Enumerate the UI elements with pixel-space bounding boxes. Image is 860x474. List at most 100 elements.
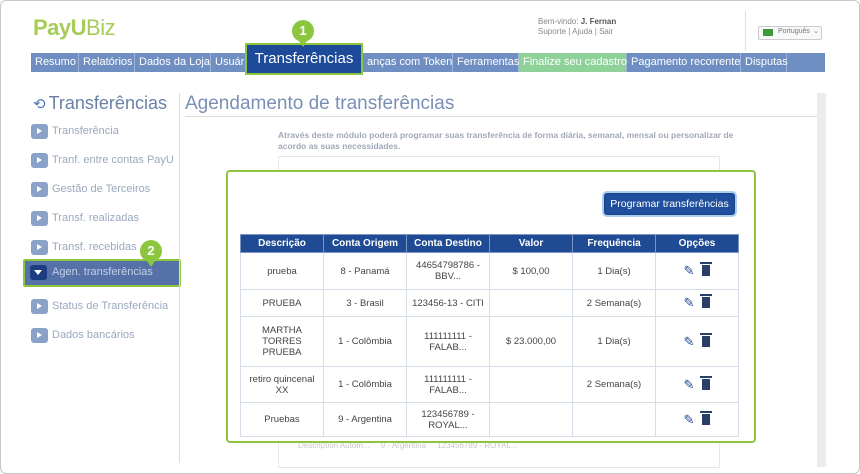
cell-frequencia: 2 Semana(s) xyxy=(572,366,656,403)
brazil-flag-icon xyxy=(763,29,773,36)
cell-conta-origem: 1 - Colômbia xyxy=(323,366,407,403)
transfer-icon: ⟲ xyxy=(33,96,46,113)
welcome-label: Bem-vindo: xyxy=(538,17,579,26)
trash-icon[interactable] xyxy=(700,332,713,347)
cell-conta-destino: 44654798786 - BBV... xyxy=(406,252,490,290)
cell-conta-destino: 123456789 - ROYAL... xyxy=(406,402,490,437)
sidebar-item-agen-transferencias[interactable]: Agen. transferências xyxy=(23,259,181,287)
language-select[interactable]: Português ⌄ xyxy=(758,26,822,40)
sidebar-title: ⟲ Transferências xyxy=(33,93,167,114)
nav-relatorios[interactable]: Relatórios xyxy=(79,53,135,72)
sidebar-divider xyxy=(179,93,180,463)
cell-opcoes: ✎ xyxy=(655,252,739,290)
arrow-right-icon xyxy=(31,123,48,139)
sidebar-item-label: Gestão de Terceiros xyxy=(52,183,151,195)
nav-transferencias[interactable]: Transferências xyxy=(245,43,363,75)
sidebar-item-label: Dados bancários xyxy=(52,329,135,341)
table-row: MARTHA TORRES PRUEBA 1 - Colômbia 111111… xyxy=(240,316,739,367)
payu-biz-logo[interactable]: PayUBiz xyxy=(33,15,116,41)
header-links[interactable]: Suporte | Ajuda | Sair xyxy=(538,27,613,36)
nav-dados-loja[interactable]: Dados da Loja xyxy=(135,53,211,72)
arrow-right-icon xyxy=(31,327,48,343)
table-row: prueba 8 - Panamá 44654798786 - BBV... $… xyxy=(240,252,739,290)
edit-icon[interactable]: ✎ xyxy=(684,412,695,428)
trash-icon[interactable] xyxy=(700,262,713,276)
nav-cobrancas-token[interactable]: anças com Token xyxy=(363,53,453,72)
nav-ferramentas[interactable]: Ferramentas xyxy=(453,53,519,72)
arrow-right-icon xyxy=(31,298,48,314)
cell-frequencia: 1 Dia(s) xyxy=(572,252,656,290)
column-header-opcoes: Opções xyxy=(655,234,739,253)
cell-opcoes: ✎ xyxy=(655,289,739,317)
nav-usuarios[interactable]: Usuári xyxy=(211,53,247,72)
cell-conta-origem: 9 - Argentina xyxy=(323,402,407,437)
edit-icon[interactable]: ✎ xyxy=(684,295,695,311)
cell-conta-destino: 111111111 - FALAB... xyxy=(406,316,490,367)
callout-badge-2: 2 xyxy=(140,240,162,267)
table-row: retiro quincenal XX 1 - Colômbia 1111111… xyxy=(240,366,739,403)
cell-conta-destino: 111111111 - FALAB... xyxy=(406,366,490,403)
nav-pagamento-recorrente[interactable]: Pagamento recorrente xyxy=(627,53,741,72)
cell-descricao: PRUEBA xyxy=(240,289,324,317)
logo-biz: Biz xyxy=(86,15,116,40)
sidebar-item-transferencia[interactable]: Transferência xyxy=(31,122,119,140)
scrollbar[interactable] xyxy=(817,93,826,467)
cell-descricao: MARTHA TORRES PRUEBA xyxy=(240,316,324,367)
language-value: Português xyxy=(778,28,810,35)
nav-disputas[interactable]: Disputas xyxy=(741,53,788,72)
user-info: Bem-vindo: J. Fernan Suporte | Ajuda | S… xyxy=(538,17,616,37)
user-name: J. Fernan xyxy=(580,17,617,26)
sidebar-item-label: Transferência xyxy=(52,125,119,137)
callout-badge-1: 1 xyxy=(292,20,314,47)
arrow-right-icon xyxy=(31,181,48,197)
page-title: Agendamento de transferências xyxy=(185,93,455,114)
cell-valor: $ 23.000,00 xyxy=(489,316,573,367)
sidebar-item-label: Transf. realizadas xyxy=(52,212,140,224)
arrow-right-icon xyxy=(31,210,48,226)
column-header-frequencia: Frequência xyxy=(572,234,656,253)
sidebar-item-label: Agen. transferências xyxy=(52,266,153,278)
table-row: PRUEBA 3 - Brasil 123456-13 - CITI 2 Sem… xyxy=(240,289,739,317)
trash-icon[interactable] xyxy=(700,410,713,425)
sidebar-item-status-transferencia[interactable]: Status de Transferência xyxy=(31,297,168,315)
schedule-table: Descrição Conta Origem Conta Destino Val… xyxy=(240,234,739,437)
sidebar-item-label: Transf. recebidas xyxy=(52,241,137,253)
column-header-conta-origem: Conta Origem xyxy=(323,234,407,253)
column-header-conta-destino: Conta Destino xyxy=(406,234,490,253)
sidebar-item-transf-recebidas[interactable]: Transf. recebidas xyxy=(31,238,137,256)
cell-conta-destino: 123456-13 - CITI xyxy=(406,289,490,317)
chevron-down-icon: ⌄ xyxy=(813,28,819,35)
logo-main: PayU xyxy=(33,15,87,40)
cell-valor: $ 100,00 xyxy=(489,252,573,290)
cell-descricao: prueba xyxy=(240,252,324,290)
nav-finalize-cadastro[interactable]: Finalize seu cadastro xyxy=(519,53,627,72)
arrow-right-icon xyxy=(31,239,48,255)
programar-transferencias-button[interactable]: Programar transferências xyxy=(604,193,735,215)
sidebar-item-label: Tranf. entre contas PayU xyxy=(52,154,174,166)
edit-icon[interactable]: ✎ xyxy=(684,263,695,279)
cell-frequencia: 1 Dia(s) xyxy=(572,316,656,367)
edit-icon[interactable]: ✎ xyxy=(684,377,695,393)
app-window: PayUBiz Bem-vindo: J. Fernan Suporte | A… xyxy=(0,0,860,474)
cell-opcoes: ✎ xyxy=(655,366,739,403)
sidebar-item-transf-realizadas[interactable]: Transf. realizadas xyxy=(31,209,139,227)
nav-resumo[interactable]: Resumo xyxy=(31,53,79,72)
cell-frequencia xyxy=(572,402,656,437)
arrow-right-icon xyxy=(31,152,48,168)
sidebar-title-text: Transferências xyxy=(48,93,167,113)
trash-icon[interactable] xyxy=(700,375,713,390)
column-header-valor: Valor xyxy=(489,234,573,253)
edit-icon[interactable]: ✎ xyxy=(684,334,695,350)
arrow-down-icon xyxy=(30,265,47,280)
cell-conta-origem: 3 - Brasil xyxy=(323,289,407,317)
sidebar-item-dados-bancarios[interactable]: Dados bancários xyxy=(31,326,135,344)
sidebar-item-tranf-contas-payu[interactable]: Tranf. entre contas PayU xyxy=(31,151,174,169)
trash-icon[interactable] xyxy=(700,294,713,308)
cell-opcoes: ✎ xyxy=(655,316,739,367)
cell-conta-origem: 1 - Colômbia xyxy=(323,316,407,367)
table-row: Pruebas 9 - Argentina 123456789 - ROYAL.… xyxy=(240,402,739,437)
sidebar-item-gestao-terceiros[interactable]: Gestão de Terceiros xyxy=(31,180,150,198)
cell-valor xyxy=(489,366,573,403)
page-description: Através deste módulo poderá programar su… xyxy=(278,130,734,151)
cell-conta-origem: 8 - Panamá xyxy=(323,252,407,290)
